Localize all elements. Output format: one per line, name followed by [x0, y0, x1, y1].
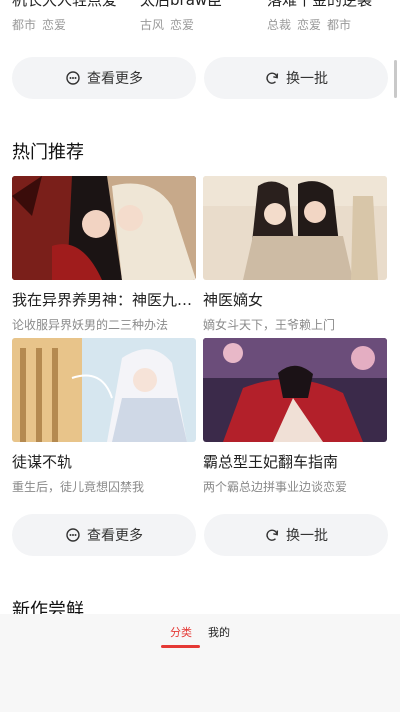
- scrollbar[interactable]: [394, 60, 397, 98]
- comic-card[interactable]: 徒谋不轨 重生后，徒儿竟想囚禁我: [12, 338, 196, 495]
- scroll-area[interactable]: 机长大人轻点爱 都市 恋爱 太后braw臣 古风 恋爱 落难千金的逆袭 总裁 恋爱 都市…: [0, 0, 400, 614]
- comic-title: 徒谋不轨: [12, 453, 73, 471]
- comic-desc: 嫡女斗天下，王爷赖上门: [203, 318, 336, 332]
- comic-tags: 古风 恋爱: [140, 16, 260, 33]
- comic-card[interactable]: 我在异界养男神：神医九… 论收服异界妖男的二三种办法: [12, 176, 196, 333]
- comic-cover: [12, 176, 196, 280]
- tag: 古风: [140, 18, 165, 32]
- bottom-tabs: 分类 我的: [0, 614, 400, 648]
- comic-cover: [203, 176, 387, 280]
- comic-cover: [12, 338, 196, 442]
- tag: 恋爱: [170, 18, 195, 32]
- comic-title: 落难千金的逆袭: [267, 0, 373, 9]
- view-more-label: 查看更多: [87, 528, 143, 544]
- section-title-hot: 热门推荐: [12, 142, 84, 163]
- view-more-button[interactable]: 查看更多: [12, 57, 196, 99]
- refresh-label: 换一批: [286, 71, 328, 87]
- comic-title: 机长大人轻点爱: [12, 0, 118, 9]
- comic-desc: 论收服异界妖男的二三种办法: [12, 318, 169, 332]
- comic-title: 霸总型王妃翻车指南: [203, 453, 339, 471]
- comic-cover: [203, 338, 387, 442]
- comic-card[interactable]: 霸总型王妃翻车指南 两个霸总边拼事业边谈恋爱: [203, 338, 387, 495]
- comic-card[interactable]: 太后braw臣 古风 恋爱: [140, 0, 260, 33]
- comic-tags: 总裁 恋爱 都市: [267, 16, 387, 33]
- dots-circle-icon: [65, 70, 81, 86]
- tag: 都市: [327, 18, 352, 32]
- refresh-icon: [264, 527, 280, 543]
- comic-desc: 两个霸总边拼事业边谈恋爱: [203, 480, 348, 494]
- comic-title: 太后braw臣: [140, 0, 223, 9]
- tag: 恋爱: [297, 18, 322, 32]
- comic-desc: 重生后，徒儿竟想囚禁我: [12, 480, 145, 494]
- tag: 都市: [12, 18, 37, 32]
- action-row: 查看更多 换一批: [12, 57, 388, 99]
- comic-tags: 都市 恋爱: [12, 16, 132, 33]
- comic-card[interactable]: 落难千金的逆袭 总裁 恋爱 都市: [267, 0, 387, 33]
- bottom-panel: 分类 我的: [0, 614, 400, 712]
- refresh-icon: [264, 70, 280, 86]
- refresh-button[interactable]: 换一批: [204, 514, 388, 556]
- tab-mine[interactable]: 我的: [208, 624, 230, 640]
- comic-title: 我在异界养男神：神医九…: [12, 291, 193, 309]
- tag: 恋爱: [42, 18, 67, 32]
- comic-card[interactable]: 机长大人轻点爱 都市 恋爱: [12, 0, 132, 33]
- active-tab-indicator: [161, 645, 200, 648]
- view-more-label: 查看更多: [87, 71, 143, 87]
- comic-card[interactable]: 神医嫡女 嫡女斗天下，王爷赖上门: [203, 176, 387, 333]
- view-more-button[interactable]: 查看更多: [12, 514, 196, 556]
- comic-title: 神医嫡女: [203, 291, 264, 309]
- dots-circle-icon: [65, 527, 81, 543]
- refresh-label: 换一批: [286, 528, 328, 544]
- tab-category[interactable]: 分类: [170, 624, 192, 640]
- section-title-new: 新作尝鲜: [12, 600, 84, 614]
- tag: 总裁: [267, 18, 292, 32]
- action-row: 查看更多 换一批: [12, 514, 388, 556]
- refresh-button[interactable]: 换一批: [204, 57, 388, 99]
- top-row: 机长大人轻点爱 都市 恋爱 太后braw臣 古风 恋爱 落难千金的逆袭 总裁 恋爱 都市: [0, 0, 400, 36]
